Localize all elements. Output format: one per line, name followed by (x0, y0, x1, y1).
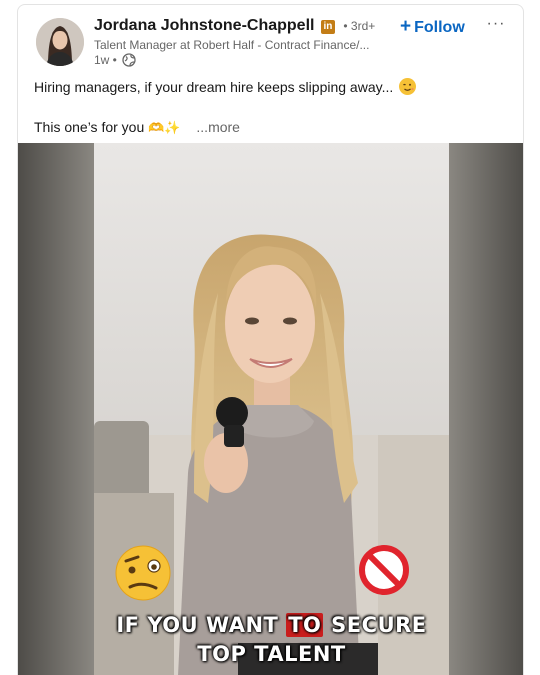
caption-highlight: TO (286, 613, 324, 637)
post-header: Jordana Johnstone-Chappell in • 3rd+ Tal… (18, 5, 523, 71)
video-caption-line-1: IF YOU WANT TO SECURE (18, 613, 523, 637)
winking-face-emoji-icon (399, 78, 417, 95)
post-meta: 1w • (94, 53, 136, 71)
more-options-icon[interactable]: ··· (486, 14, 506, 34)
author-headline: Talent Manager at Robert Half - Contract… (94, 38, 370, 52)
caption-part-a: IF YOU WANT (116, 613, 287, 637)
author-name[interactable]: Jordana Johnstone-Chappell (94, 17, 314, 34)
post-text-2: This one’s for you (34, 119, 145, 135)
author-avatar[interactable] (36, 18, 84, 66)
author-name-line: Jordana Johnstone-Chappell in • 3rd+ (94, 16, 375, 36)
feed-post-card: Jordana Johnstone-Chappell in • 3rd+ Tal… (17, 4, 524, 675)
globe-icon (122, 53, 136, 71)
post-text: Hiring managers, if your dream hire keep… (34, 79, 394, 95)
caption-part-b: SECURE (323, 613, 427, 637)
post-time: 1w • (94, 53, 117, 67)
plus-icon: + (400, 16, 412, 37)
follow-label: Follow (414, 19, 465, 36)
confused-face-icon (115, 545, 171, 601)
post-text-line-2: This one’s for you 🫶✨ ...more (34, 117, 240, 139)
video-caption-line-2: TOP TALENT (197, 642, 346, 666)
see-more-link[interactable]: ...more (196, 119, 240, 135)
heart-hands-sparkles-emoji-icon: 🫶✨ (148, 121, 181, 136)
linkedin-premium-badge-icon: in (320, 20, 335, 34)
post-text-line-1: Hiring managers, if your dream hire keep… (34, 77, 417, 97)
connection-degree: • 3rd+ (343, 19, 376, 33)
video-player[interactable]: IF YOU WANT TO SECURE TOP TALENT (18, 143, 523, 675)
follow-button[interactable]: + Follow (400, 16, 465, 38)
prohibited-icon (359, 545, 409, 595)
